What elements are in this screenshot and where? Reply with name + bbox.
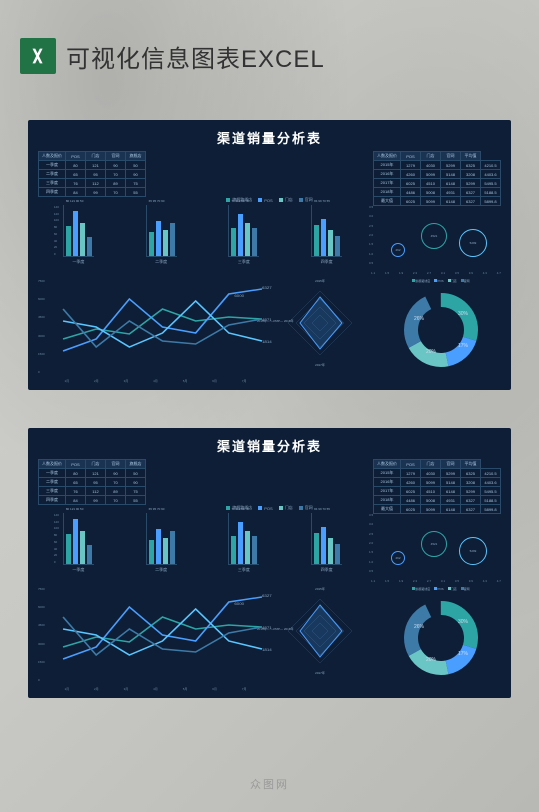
watermark: 众图网	[250, 776, 289, 792]
svg-text:26%: 26%	[414, 624, 425, 630]
bubble-chart: 3.53.02.52.01.51.00.5 262 4521 5299 1.11…	[371, 513, 501, 583]
page-title: 可视化信息图表EXCEL	[66, 39, 325, 74]
table-quarters: 人数及报价POS门店官网旗舰店 一季度801219050二季度65957090三…	[38, 151, 146, 197]
svg-text:20%: 20%	[426, 657, 437, 663]
donut-chart: 旗舰路线店POS门店官网 30% 17% 20% 26%	[381, 587, 501, 697]
dashboard-panel-1: 渠道销量分析表 人数及报价POS门店官网旗舰店 一季度801219050二季度6…	[28, 120, 511, 390]
bar-chart-group: 14012010080604020080 121 90 50一季度65 95 7…	[38, 205, 367, 275]
donut-chart: 旗舰路线店POS门店官网 30% 17% 20% 26%	[381, 279, 501, 389]
radar-chart: 2015年 2016年— —PMP— 2018年 2017年	[265, 279, 375, 389]
svg-text:17%: 17%	[458, 651, 469, 657]
svg-text:17%: 17%	[458, 343, 469, 349]
svg-text:30%: 30%	[458, 311, 469, 317]
svg-text:20%: 20%	[426, 349, 437, 355]
dashboard-title: 渠道销量分析表	[38, 436, 501, 455]
table-quarters: 人数及报价POS门店官网旗舰店 一季度801219050二季度65957090三…	[38, 459, 146, 505]
svg-text:30%: 30%	[458, 619, 469, 625]
dashboard-panel-2: 渠道销量分析表 人数及报价POS门店官网旗舰店 一季度801219050二季度6…	[28, 428, 511, 698]
radar-chart: 2015年 2016年— —PMP— 2018年 2017年	[265, 587, 375, 697]
svg-text:6000: 6000	[234, 601, 244, 606]
line-chart: 750060004500300015000 6327 6000 4371 181…	[38, 587, 259, 697]
line-chart: 750060004500300015000 6327 6000 4371 181…	[38, 279, 259, 389]
table-years: 人数及报价POS门店官网平均值 2015年1279403052996325421…	[373, 459, 501, 514]
dashboard-title: 渠道销量分析表	[38, 128, 501, 147]
bar-chart-group: 14012010080604020080 121 90 50一季度65 95 7…	[38, 513, 367, 583]
svg-text:26%: 26%	[414, 316, 425, 322]
page-header: 可视化信息图表EXCEL	[20, 38, 325, 74]
svg-text:6000: 6000	[234, 293, 244, 298]
bubble-chart: 3.53.02.52.01.51.00.5 262 4521 5299 1.11…	[371, 205, 501, 275]
table-years: 人数及报价POS门店官网平均值 2015年1279403052996325421…	[373, 151, 501, 206]
excel-icon	[20, 38, 56, 74]
